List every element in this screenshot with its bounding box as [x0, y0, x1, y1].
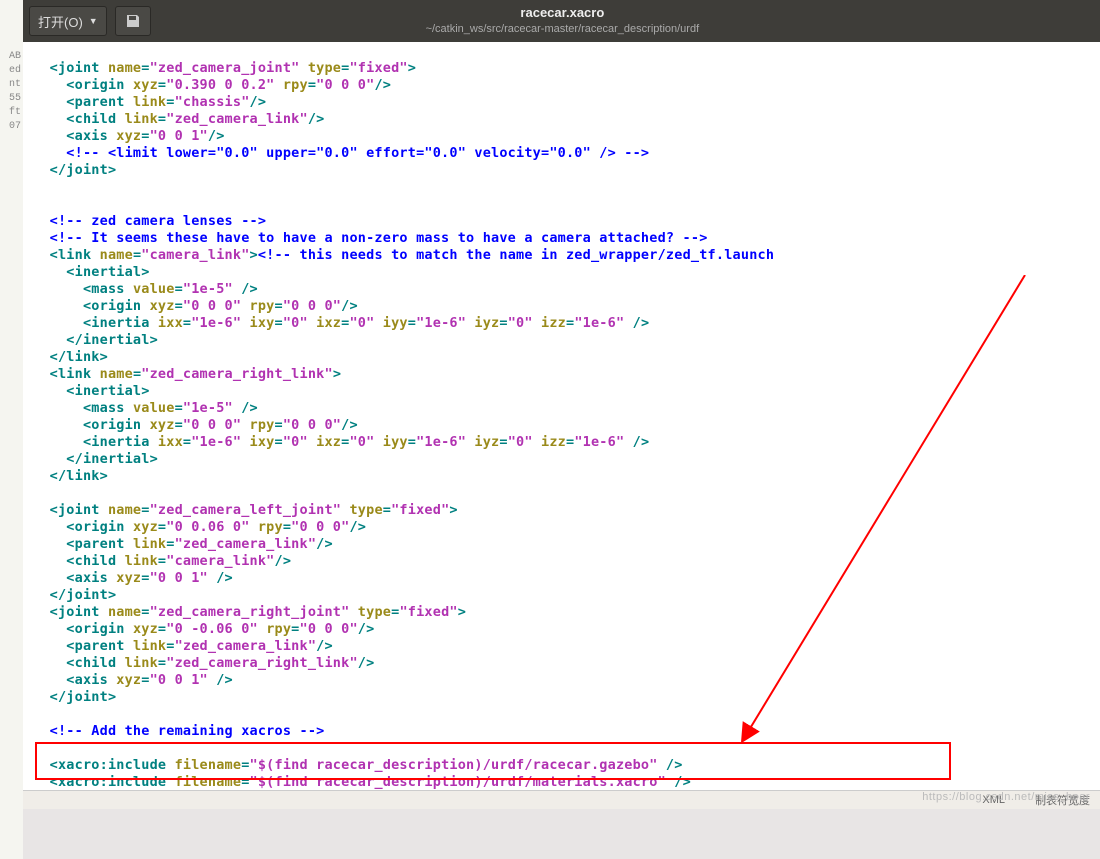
- editor-window: 打开(O) ▼ racecar.xacro ~/catkin_ws/src/ra…: [23, 0, 1100, 809]
- title-path: ~/catkin_ws/src/racecar-master/racecar_d…: [151, 22, 974, 36]
- open-button-label: 打开(O): [38, 12, 83, 31]
- open-button[interactable]: 打开(O) ▼: [29, 6, 107, 36]
- chevron-down-icon: ▼: [89, 16, 98, 26]
- background-editor-strip: ABednt55ft07: [0, 0, 23, 859]
- save-button[interactable]: [115, 6, 151, 36]
- code-editor[interactable]: <joint name="zed_camera_joint" type="fix…: [23, 42, 1100, 809]
- title-center: racecar.xacro ~/catkin_ws/src/racecar-ma…: [151, 5, 974, 36]
- titlebar: 打开(O) ▼ racecar.xacro ~/catkin_ws/src/ra…: [23, 0, 1100, 42]
- watermark: https://blog.csdn.net/miss_bear: [922, 791, 1090, 803]
- save-icon: [126, 14, 140, 28]
- title-filename: racecar.xacro: [151, 5, 974, 22]
